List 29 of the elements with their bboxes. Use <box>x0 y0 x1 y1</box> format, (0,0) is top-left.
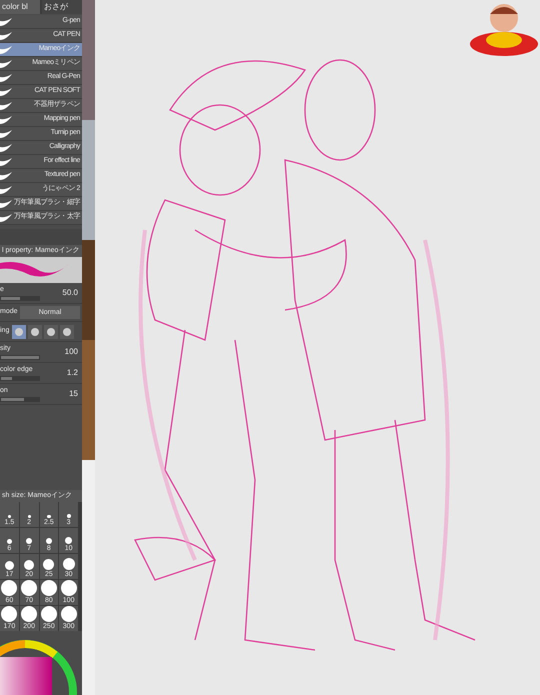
stroke-icon <box>0 158 12 166</box>
property-value[interactable]: 1.2 <box>66 367 82 379</box>
property-value[interactable]: 15 <box>69 388 82 400</box>
slider-track[interactable] <box>0 376 40 381</box>
antialias-option[interactable] <box>12 324 26 338</box>
stroke-icon <box>0 116 12 124</box>
antialias-option[interactable] <box>28 324 42 338</box>
stroke-icon <box>0 144 12 152</box>
stroke-icon <box>0 200 12 208</box>
stroke-icon <box>0 32 12 40</box>
stroke-icon <box>0 172 12 180</box>
antialias-option[interactable] <box>44 324 58 338</box>
color-picker-square[interactable] <box>0 657 52 695</box>
brush-tab[interactable]: おさが <box>42 0 82 14</box>
property-value[interactable]: 100 <box>64 346 82 358</box>
stroke-icon <box>0 46 12 54</box>
slider-track[interactable] <box>0 396 40 402</box>
stroke-icon <box>0 60 12 68</box>
stroke-icon <box>0 18 12 26</box>
stroke-icon <box>0 88 12 96</box>
slider-track[interactable] <box>0 296 40 301</box>
stroke-icon <box>0 130 12 138</box>
stroke-icon <box>0 186 12 194</box>
brush-tab[interactable]: color bl <box>0 0 40 14</box>
stroke-icon <box>0 102 12 110</box>
stroke-icon <box>0 214 12 222</box>
stroke-icon <box>0 74 12 82</box>
antialias-option[interactable] <box>60 324 74 338</box>
property-value[interactable]: 50.0 <box>62 287 82 299</box>
